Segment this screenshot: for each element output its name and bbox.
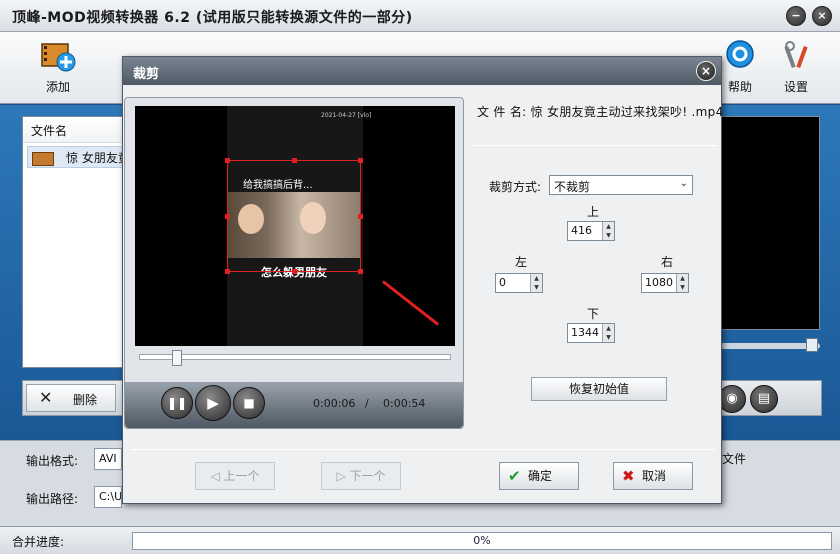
help-icon [722,38,758,74]
spin-arrows-icon[interactable]: ▲ ▼ [602,324,614,342]
right-stepper[interactable]: 1080 ▲ ▼ [641,273,689,293]
cancel-x-icon: ✖ [622,467,635,485]
previous-label: 上一个 [223,469,260,483]
snapshot-icon[interactable]: ◉ [718,385,746,413]
video-seek-knob[interactable] [172,350,183,366]
next-label: 下一个 [349,469,386,483]
main-seek-knob[interactable] [806,338,818,352]
video-seek-track[interactable] [139,354,451,360]
crop-rectangle[interactable] [227,160,361,272]
crop-dialog-title: 裁剪 [133,67,160,82]
top-label: 上 [587,205,600,219]
add-label: 添加 [45,80,70,94]
crop-handle-top-right[interactable] [358,158,363,163]
crop-handle-bottom[interactable] [292,269,297,274]
stop-icon[interactable]: ■ [233,387,265,419]
time-current: 0:00:06 [313,397,356,410]
output-path-input[interactable]: C:\Users [94,486,122,508]
delete-label: 删除 [73,393,98,407]
crop-dialog-title-bar: 裁剪 × [123,57,721,85]
dialog-divider [131,449,715,450]
delete-x-icon: ✕ [39,388,53,407]
file-list-header[interactable]: 文件名 [23,117,131,143]
crop-file-name: 文 件 名: 惊 女朋友竟主动过来找架吵! .mp4 [477,103,723,120]
previous-button[interactable]: ◁ 上一个 [195,462,275,490]
output-format-select[interactable]: AVI [94,448,122,470]
help-label: 帮助 [727,80,752,94]
time-separator: / [365,397,369,410]
right-value: 1080 [645,276,673,289]
open-folder-icon[interactable]: ▤ [750,385,778,413]
bottom-label: 下 [587,307,600,321]
help-button[interactable]: 帮助 [716,38,764,95]
crop-dialog: 裁剪 × 2021-04-27 [vlo] 给我搞搞后背... 怎么躲男朋友 [122,56,723,504]
close-button[interactable]: × [812,6,832,26]
output-path-label: 输出路径: [26,492,79,506]
left-label: 左 [515,255,528,269]
video-overlay-text: 2021-04-27 [vlo] [321,112,372,119]
crop-handle-bottom-right[interactable] [358,269,363,274]
ok-button[interactable]: ✔ 确定 [499,462,579,490]
ok-label: 确定 [528,469,553,483]
player-controls: ❚❚ ▶ ■ 0:00:06 / 0:00:54 [125,382,463,428]
left-stepper[interactable]: 0 ▲ ▼ [495,273,543,293]
settings-button[interactable]: 设置 [772,38,820,95]
add-button[interactable]: 添加 [34,38,82,95]
divider [471,145,717,146]
file-list-row[interactable]: 惊 女朋友竟主动过来找架吵!.mp4 [27,146,127,168]
right-label: 右 [661,255,674,269]
spin-arrows-icon[interactable]: ▲ ▼ [530,274,542,292]
check-icon: ✔ [508,467,521,485]
restore-defaults-button[interactable]: 恢复初始值 [531,377,667,401]
spin-arrows-icon[interactable]: ▲ ▼ [676,274,688,292]
status-bar: 合并进度: 0% [0,526,840,554]
bottom-stepper[interactable]: 1344 ▲ ▼ [567,323,615,343]
merge-progress-bar: 0% [132,532,832,550]
main-seek-slider[interactable] [718,338,820,352]
output-folder-label: 文件 [722,452,747,466]
cancel-label: 取消 [642,469,667,483]
film-icon [32,151,54,166]
crop-mode-value: 不裁剪 [554,180,591,194]
crop-handle-left[interactable] [225,214,230,219]
file-list: 文件名 惊 女朋友竟主动过来找架吵!.mp4 [22,116,132,368]
main-video-preview [718,116,820,330]
crop-mode-select[interactable]: 不裁剪 ⌄ [549,175,693,195]
annotation-arrow [382,280,440,326]
video-player: 2021-04-27 [vlo] 给我搞搞后背... 怎么躲男朋友 ❚❚ ▶ ■… [124,97,464,429]
chevron-down-icon: ⌄ [679,178,688,189]
spin-arrows-icon[interactable]: ▲ ▼ [602,222,614,240]
film-plus-icon [40,38,76,74]
left-value: 0 [499,276,506,289]
app-title: 顶峰-MOD视频转换器 6.2 (试用版只能转换源文件的一部分) [12,10,413,26]
bottom-value: 1344 [571,326,599,339]
crop-handle-bottom-left[interactable] [225,269,230,274]
settings-label: 设置 [783,80,808,94]
pause-icon[interactable]: ❚❚ [161,387,193,419]
file-name-label: 文 件 名: [477,105,527,119]
file-name-value: 惊 女朋友竟主动过来找架吵! .mp4 [530,105,723,119]
next-button[interactable]: ▷ 下一个 [321,462,401,490]
crop-mode-label: 裁剪方式: [489,180,542,194]
merge-progress-label: 合并进度: [12,535,65,549]
output-format-label: 输出格式: [26,454,79,468]
settings-icon [778,38,814,74]
crop-handle-top-left[interactable] [225,158,230,163]
play-icon[interactable]: ▶ [195,385,231,421]
merge-progress-text: 0% [473,534,491,547]
minimize-button[interactable]: − [786,6,806,26]
time-total: 0:00:54 [383,397,426,410]
file-name: 惊 女朋友竟主动过来找架吵!.mp4 [66,151,127,165]
video-viewport: 2021-04-27 [vlo] 给我搞搞后背... 怎么躲男朋友 [135,106,455,346]
crop-dialog-close-button[interactable]: × [696,61,716,81]
crop-handle-top[interactable] [292,158,297,163]
delete-button[interactable]: ✕ 删除 [26,384,116,412]
app-title-bar: 顶峰-MOD视频转换器 6.2 (试用版只能转换源文件的一部分) − × [0,0,840,32]
crop-handle-right[interactable] [358,214,363,219]
top-value: 416 [571,224,592,237]
top-stepper[interactable]: 416 ▲ ▼ [567,221,615,241]
cancel-button[interactable]: ✖ 取消 [613,462,693,490]
